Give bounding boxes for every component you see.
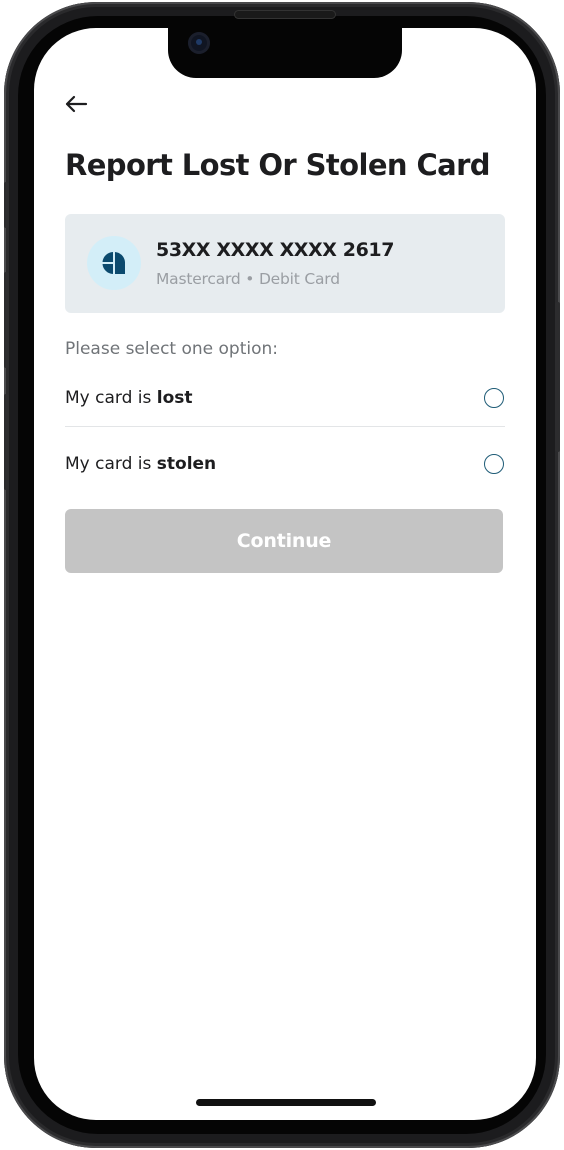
volume-up-button — [4, 272, 9, 368]
notch — [168, 28, 402, 78]
page-title: Report Lost Or Stolen Card — [65, 148, 491, 182]
selected-card-summary: 53XX XXXX XXXX 2617 Mastercard • Debit C… — [65, 214, 505, 313]
home-indicator[interactable] — [196, 1099, 376, 1106]
option-card-lost[interactable]: My card is lost — [65, 370, 505, 427]
bank-logo-icon — [87, 236, 141, 290]
card-type: Mastercard • Debit Card — [156, 270, 340, 288]
option-card-stolen[interactable]: My card is stolen — [65, 438, 505, 490]
card-number: 53XX XXXX XXXX 2617 — [156, 239, 395, 261]
app-screen: Report Lost Or Stolen Card 53XX XXXX XXX… — [34, 28, 536, 1120]
option-prompt: Please select one option: — [65, 339, 279, 359]
arrow-left-icon — [65, 95, 88, 113]
front-camera-icon — [188, 32, 210, 54]
volume-down-button — [4, 394, 9, 490]
continue-button[interactable]: Continue — [65, 509, 503, 573]
mute-switch — [4, 182, 9, 228]
option-lost-label: My card is lost — [65, 388, 193, 408]
option-stolen-label: My card is stolen — [65, 454, 217, 474]
radio-lost[interactable] — [484, 388, 504, 408]
earpiece-speaker — [234, 10, 336, 19]
radio-stolen[interactable] — [484, 454, 504, 474]
power-button — [555, 302, 560, 452]
back-button[interactable] — [62, 90, 90, 118]
